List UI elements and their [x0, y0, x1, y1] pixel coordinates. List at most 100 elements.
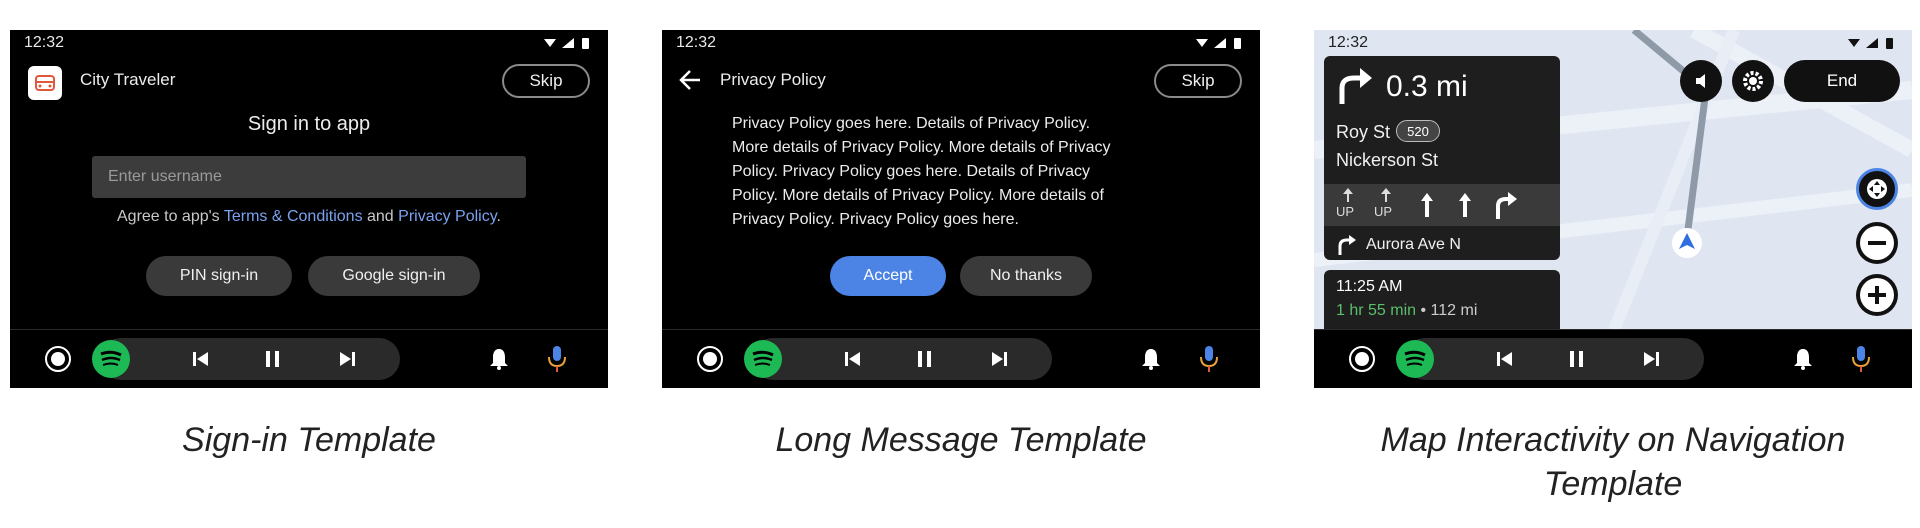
eta-distance: 112 mi [1430, 302, 1478, 319]
eta-separator: • [1416, 302, 1431, 319]
bottom-bar [662, 329, 1260, 388]
status-bar: 12:32 [1314, 30, 1912, 56]
spotify-icon[interactable] [90, 338, 132, 380]
bell-icon[interactable] [1140, 347, 1162, 371]
zoom-in-button[interactable] [1856, 274, 1898, 316]
home-icon[interactable] [1348, 345, 1376, 373]
message-body: Privacy Policy goes here. Details of Pri… [732, 112, 1202, 232]
screen-title: Privacy Policy [720, 70, 826, 89]
microphone-icon[interactable] [1850, 344, 1872, 374]
settings-button[interactable] [1732, 60, 1774, 102]
next-icon[interactable] [990, 351, 1008, 367]
bell-icon[interactable] [488, 347, 510, 371]
turn-card: 0.3 mi Roy St 520 Nickerson St UP UP Aur… [1324, 56, 1560, 260]
status-icons [1196, 38, 1241, 49]
skip-button[interactable]: Skip [502, 64, 590, 98]
pause-icon[interactable] [1568, 350, 1586, 368]
pan-button[interactable] [1856, 168, 1898, 210]
media-controls [1396, 338, 1704, 380]
status-time: 12:32 [24, 34, 65, 51]
status-bar: 12:32 [10, 30, 608, 56]
previous-icon[interactable] [844, 351, 862, 367]
gear-icon [1743, 71, 1763, 91]
agree-and: and [362, 208, 399, 225]
mute-button[interactable] [1680, 60, 1722, 102]
message-line: Privacy Policy. Privacy Policy goes here… [732, 211, 1019, 228]
lane-straight-icon [1421, 193, 1433, 217]
lane-label: UP [1336, 204, 1355, 219]
no-thanks-button[interactable]: No thanks [960, 256, 1092, 296]
google-signin-button[interactable]: Google sign-in [308, 256, 480, 296]
long-message-screen: 12:32 Privacy Policy Skip Privacy Policy… [662, 30, 1260, 388]
street-primary: Roy St [1336, 122, 1391, 142]
media-controls [744, 338, 1052, 380]
spotify-icon[interactable] [742, 338, 784, 380]
next-icon[interactable] [338, 351, 356, 367]
caption-long-message: Long Message Template [775, 421, 1147, 459]
pause-icon[interactable] [916, 350, 934, 368]
caption-navigation: Map Interactivity on Navigation Template [1380, 421, 1846, 503]
location-puck-icon [1672, 228, 1702, 258]
pan-icon [1867, 179, 1887, 199]
app-icon [28, 66, 62, 100]
terms-link[interactable]: Terms & Conditions [224, 208, 363, 225]
caption-signin: Sign-in Template [182, 421, 436, 459]
eta-card: 11:25 AM 1 hr 55 min • 112 mi [1324, 270, 1560, 330]
signin-heading: Sign in to app [247, 113, 371, 135]
eta-arrival-time: 11:25 AM [1336, 278, 1403, 295]
pin-signin-button[interactable]: PIN sign-in [146, 256, 292, 296]
end-button[interactable]: End [1784, 60, 1900, 102]
agree-period: . [496, 208, 501, 225]
zoom-out-button[interactable] [1856, 222, 1898, 264]
home-icon[interactable] [44, 345, 72, 373]
message-line: More details of Privacy Policy. More det… [732, 139, 1111, 156]
status-icons [1848, 38, 1893, 49]
next-turn-icon [1338, 235, 1356, 255]
route-badge: 520 [1396, 120, 1440, 142]
lane-straight-icon [1343, 188, 1353, 202]
turn-right-icon [1339, 68, 1372, 104]
turn-distance: 0.3 mi [1386, 70, 1468, 103]
bottom-bar [10, 329, 608, 388]
previous-icon[interactable] [192, 351, 210, 367]
skip-button[interactable]: Skip [1154, 64, 1242, 98]
signin-screen: 12:32 City Traveler Skip Sign in to app … [10, 30, 608, 388]
home-icon[interactable] [696, 345, 724, 373]
message-line: Privacy Policy goes here. Details of Pri… [732, 115, 1091, 132]
message-line: Policy. Privacy Policy goes here. Detail… [732, 163, 1091, 180]
eta-duration: 1 hr 55 min [1336, 302, 1417, 319]
pause-icon[interactable] [264, 350, 282, 368]
minus-icon [1860, 226, 1894, 260]
next-icon[interactable] [1642, 351, 1660, 367]
status-time: 12:32 [676, 34, 717, 51]
microphone-icon[interactable] [1198, 344, 1220, 374]
media-controls [92, 338, 400, 380]
bell-icon[interactable] [1792, 347, 1814, 371]
lane-guidance: UP UP [1324, 184, 1560, 226]
lane-straight-icon [1459, 193, 1471, 217]
accept-button[interactable]: Accept [830, 256, 946, 296]
navigation-screen: 12:32 0.3 mi Roy St 520 Nickerson St UP … [1314, 30, 1912, 388]
previous-icon[interactable] [1496, 351, 1514, 367]
back-arrow-icon[interactable] [678, 68, 704, 92]
status-bar: 12:32 [662, 30, 1260, 56]
agree-prefix: Agree to app's [117, 208, 224, 225]
status-time: 12:32 [1328, 34, 1369, 51]
app-title: City Traveler [80, 70, 176, 89]
status-icons [544, 38, 589, 49]
plus-icon [1860, 278, 1894, 312]
lane-straight-icon [1381, 188, 1391, 202]
username-input[interactable]: Enter username [92, 156, 526, 198]
lane-label: UP [1374, 204, 1393, 219]
lane-turn-right-icon [1496, 192, 1517, 219]
microphone-icon[interactable] [546, 344, 568, 374]
privacy-link[interactable]: Privacy Policy [398, 208, 496, 225]
next-street: Aurora Ave N [1366, 236, 1461, 253]
bottom-bar [1314, 329, 1912, 388]
spotify-icon[interactable] [1394, 338, 1436, 380]
eta-details: 1 hr 55 min • 112 mi [1336, 302, 1477, 320]
message-line: Policy. More details of Privacy Policy. … [732, 187, 1104, 204]
street-secondary: Nickerson St [1336, 150, 1439, 170]
volume-icon [1696, 74, 1705, 88]
agree-text: Agree to app's Terms & Conditions and Pr… [10, 208, 608, 226]
